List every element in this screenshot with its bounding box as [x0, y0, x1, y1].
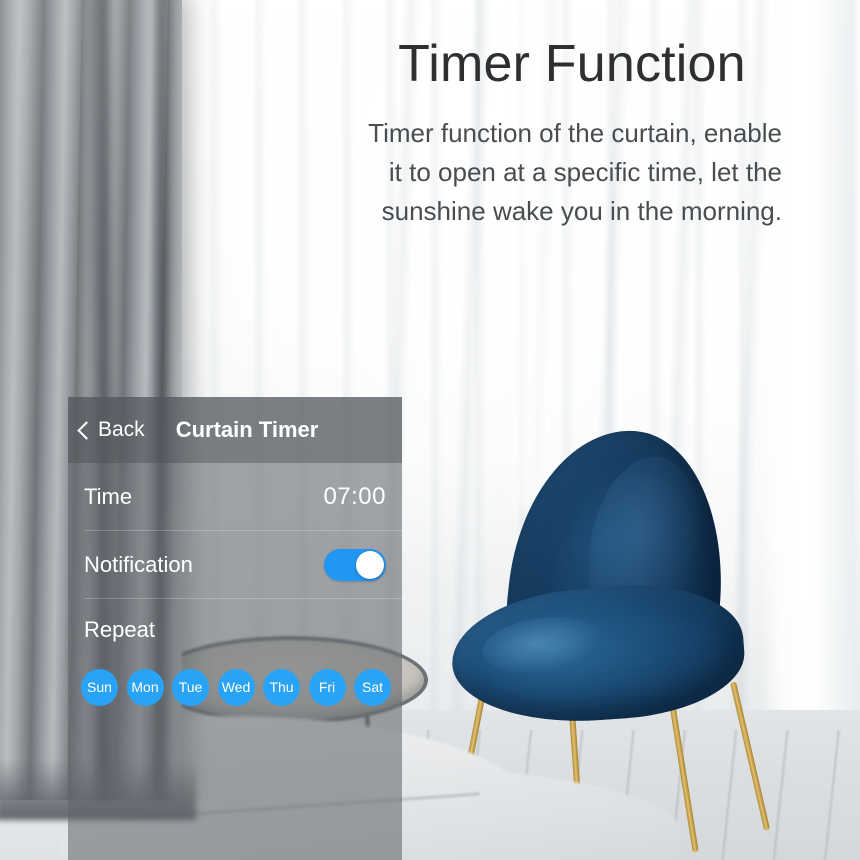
- day-pill-tue[interactable]: Tue: [172, 668, 209, 706]
- back-button[interactable]: Back: [77, 418, 145, 442]
- day-pill-sun[interactable]: Sun: [81, 668, 118, 706]
- curtain-timer-panel: Back Curtain Timer Time 07:00 Notificati…: [68, 397, 402, 860]
- page-title: Timer Function: [398, 35, 746, 93]
- panel-title: Curtain Timer: [175, 417, 319, 442]
- repeat-row: Repeat: [68, 599, 402, 661]
- panel-header: Back Curtain Timer: [68, 397, 402, 463]
- repeat-row-label: Repeat: [84, 617, 155, 642]
- day-pill-fri[interactable]: Fri: [308, 668, 346, 706]
- day-pill-mon[interactable]: Mon: [126, 668, 164, 706]
- time-row[interactable]: Time 07:00: [68, 463, 402, 531]
- notification-row-label: Notification: [84, 552, 193, 577]
- marketing-copy: Timer Function Timer function of the cur…: [362, 36, 782, 231]
- day-pill-wed[interactable]: Wed: [217, 668, 255, 706]
- time-row-label: Time: [84, 484, 133, 509]
- time-row-value: 07:00: [323, 483, 386, 510]
- chair-leg: [730, 681, 771, 831]
- notification-toggle[interactable]: [324, 549, 386, 581]
- screenshot-canvas: Timer Function Timer function of the cur…: [0, 0, 860, 860]
- day-pill-thu[interactable]: Thu: [263, 668, 300, 706]
- notification-toggle-knob: [356, 551, 384, 579]
- chevron-left-icon: [77, 420, 96, 440]
- back-button-label: Back: [98, 418, 145, 441]
- day-pill-sat[interactable]: Sat: [354, 668, 391, 706]
- notification-row[interactable]: Notification: [68, 531, 402, 599]
- repeat-day-selector: Sun Mon Tue Wed Thu Fri Sat: [68, 661, 402, 713]
- page-subtitle: Timer function of the curtain, enable it…: [368, 118, 782, 227]
